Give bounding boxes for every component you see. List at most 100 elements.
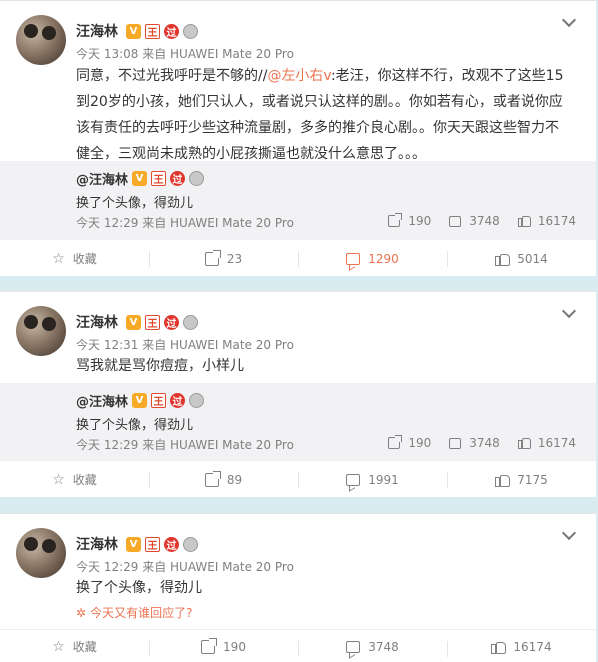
share-count: 89: [226, 472, 243, 487]
repost-author[interactable]: @汪海林: [76, 391, 128, 410]
avatar[interactable]: [16, 15, 66, 65]
share-icon: [201, 637, 218, 654]
comment-button[interactable]: 1991: [298, 461, 447, 498]
share-button[interactable]: 89: [149, 461, 298, 498]
medal-icon[interactable]: [189, 393, 205, 408]
share-icon: [204, 470, 221, 487]
share-icon: [388, 213, 403, 227]
comment-icon: [449, 215, 462, 227]
verified-icon[interactable]: V: [126, 23, 141, 39]
medal-icon[interactable]: [183, 536, 198, 552]
medal-icon[interactable]: [183, 23, 198, 39]
post-meta: 今天 12:29 来自 HUAWEI Mate 20 Pro: [76, 560, 294, 574]
avatar[interactable]: [16, 528, 66, 578]
like-button[interactable]: 5014: [447, 240, 596, 277]
chevron-down-icon[interactable]: [561, 303, 577, 319]
post-meta: 今天 12:31 来自 HUAWEI Mate 20 Pro: [76, 338, 294, 352]
like-button[interactable]: 16174: [447, 630, 596, 662]
like-icon: [495, 252, 511, 266]
medal-icon[interactable]: [183, 314, 198, 330]
repost-like-count: 16174: [537, 436, 576, 450]
mention-link[interactable]: @左小右v: [267, 68, 331, 84]
repost-author[interactable]: @汪海林: [76, 169, 128, 188]
reply-hint-link[interactable]: ✲ 今天又有谁回应了?: [76, 604, 192, 621]
post-text: 换了个头像，得劲儿: [76, 580, 202, 596]
repost-share-stat[interactable]: 190: [388, 435, 431, 450]
repost-comment-count: 3748: [469, 214, 500, 228]
repost-meta: 今天 12:29 来自 HUAWEI Mate 20 Pro: [76, 216, 294, 230]
author-name[interactable]: 汪海林: [76, 312, 118, 332]
like-count: 7175: [517, 472, 548, 487]
repost-stats: 190 3748 16174: [388, 435, 576, 450]
favorite-label: 收藏: [72, 473, 97, 487]
level-icon[interactable]: 过: [164, 23, 179, 39]
favorite-button[interactable]: ☆ 收藏: [0, 461, 149, 498]
comment-button[interactable]: 1290: [298, 240, 447, 277]
avatar[interactable]: [16, 306, 66, 356]
like-icon: [491, 640, 507, 654]
repost-box[interactable]: @汪海林 V 王 过 换了个头像，得劲儿 今天 12:29 来自 HUAWEI …: [0, 161, 596, 239]
level-icon[interactable]: 过: [170, 393, 186, 408]
verified-icon[interactable]: V: [126, 536, 141, 552]
verified-icon[interactable]: V: [126, 314, 141, 330]
repost-comment-stat[interactable]: 3748: [449, 214, 500, 228]
member-icon[interactable]: 王: [145, 536, 160, 552]
post-text: 骂我就是骂你痘痘，小样儿: [76, 358, 244, 374]
author-name[interactable]: 汪海林: [76, 534, 118, 554]
member-icon[interactable]: 王: [145, 314, 160, 330]
share-button[interactable]: 23: [149, 240, 298, 277]
comment-button[interactable]: 3748: [298, 630, 447, 662]
like-icon: [517, 215, 531, 227]
star-icon: ☆: [52, 250, 65, 267]
medal-icon[interactable]: [189, 171, 205, 186]
level-icon[interactable]: 过: [164, 536, 179, 552]
favorite-label: 收藏: [72, 252, 97, 266]
like-count: 5014: [517, 251, 548, 266]
post-meta: 今天 13:08 来自 HUAWEI Mate 20 Pro: [76, 47, 294, 61]
chevron-down-icon[interactable]: [561, 12, 577, 28]
share-button[interactable]: 190: [149, 630, 298, 662]
repost-share-count: 190: [408, 214, 432, 228]
action-bar: ☆ 收藏 23 1290 5014: [0, 239, 596, 277]
chevron-down-icon[interactable]: [561, 525, 577, 541]
comment-icon: [346, 473, 361, 486]
author-name[interactable]: 汪海林: [76, 21, 118, 41]
feed-card: 汪海林 V 王 过 今天 13:08 来自 HUAWEI Mate 20 Pro…: [0, 0, 596, 276]
comment-count: 1290: [368, 251, 399, 266]
member-icon[interactable]: 王: [151, 393, 167, 408]
like-icon: [495, 473, 511, 487]
comment-icon: [346, 252, 361, 265]
share-count: 23: [226, 251, 243, 266]
repost-like-count: 16174: [537, 214, 576, 228]
comment-count: 3748: [368, 639, 399, 654]
action-bar: ☆ 收藏 190 3748 16174: [0, 629, 596, 662]
comment-count: 1991: [368, 472, 399, 487]
repost-like-stat[interactable]: 16174: [517, 436, 576, 450]
favorite-button[interactable]: ☆ 收藏: [0, 630, 149, 662]
verified-icon[interactable]: V: [132, 393, 148, 408]
repost-box[interactable]: @汪海林 V 王 过 换了个头像，得劲儿 今天 12:29 来自 HUAWEI …: [0, 383, 596, 461]
action-bar: ☆ 收藏 89 1991 7175: [0, 460, 596, 498]
member-icon[interactable]: 王: [151, 171, 167, 186]
author-line: 汪海林 V 王 过: [76, 534, 198, 554]
author-line: 汪海林 V 王 过: [76, 312, 198, 332]
post-text-before: 同意，不过光我呼吁是不够的//: [76, 68, 268, 84]
post-text: 同意，不过光我呼吁是不够的//@左小右v:老汪，你这样不行，改观不了这些15到2…: [76, 63, 566, 167]
repost-share-stat[interactable]: 190: [388, 213, 432, 228]
repost-text: 换了个头像，得劲儿: [76, 196, 194, 211]
like-button[interactable]: 7175: [447, 461, 596, 498]
verified-icon[interactable]: V: [132, 171, 148, 186]
feed-card: 汪海林 V 王 过 今天 12:31 来自 HUAWEI Mate 20 Pro…: [0, 291, 596, 497]
repost-meta: 今天 12:29 来自 HUAWEI Mate 20 Pro: [76, 438, 294, 452]
member-icon[interactable]: 王: [145, 23, 160, 39]
share-icon: [388, 435, 403, 449]
share-icon: [204, 249, 221, 266]
repost-author-line: @汪海林 V 王 过: [76, 391, 205, 410]
author-line: 汪海林 V 王 过: [76, 21, 198, 41]
level-icon[interactable]: 过: [164, 314, 179, 330]
level-icon[interactable]: 过: [170, 171, 186, 186]
repost-like-stat[interactable]: 16174: [517, 214, 576, 228]
repost-comment-count: 3748: [469, 436, 500, 450]
favorite-button[interactable]: ☆ 收藏: [0, 240, 149, 277]
repost-comment-stat[interactable]: 3748: [449, 436, 500, 450]
